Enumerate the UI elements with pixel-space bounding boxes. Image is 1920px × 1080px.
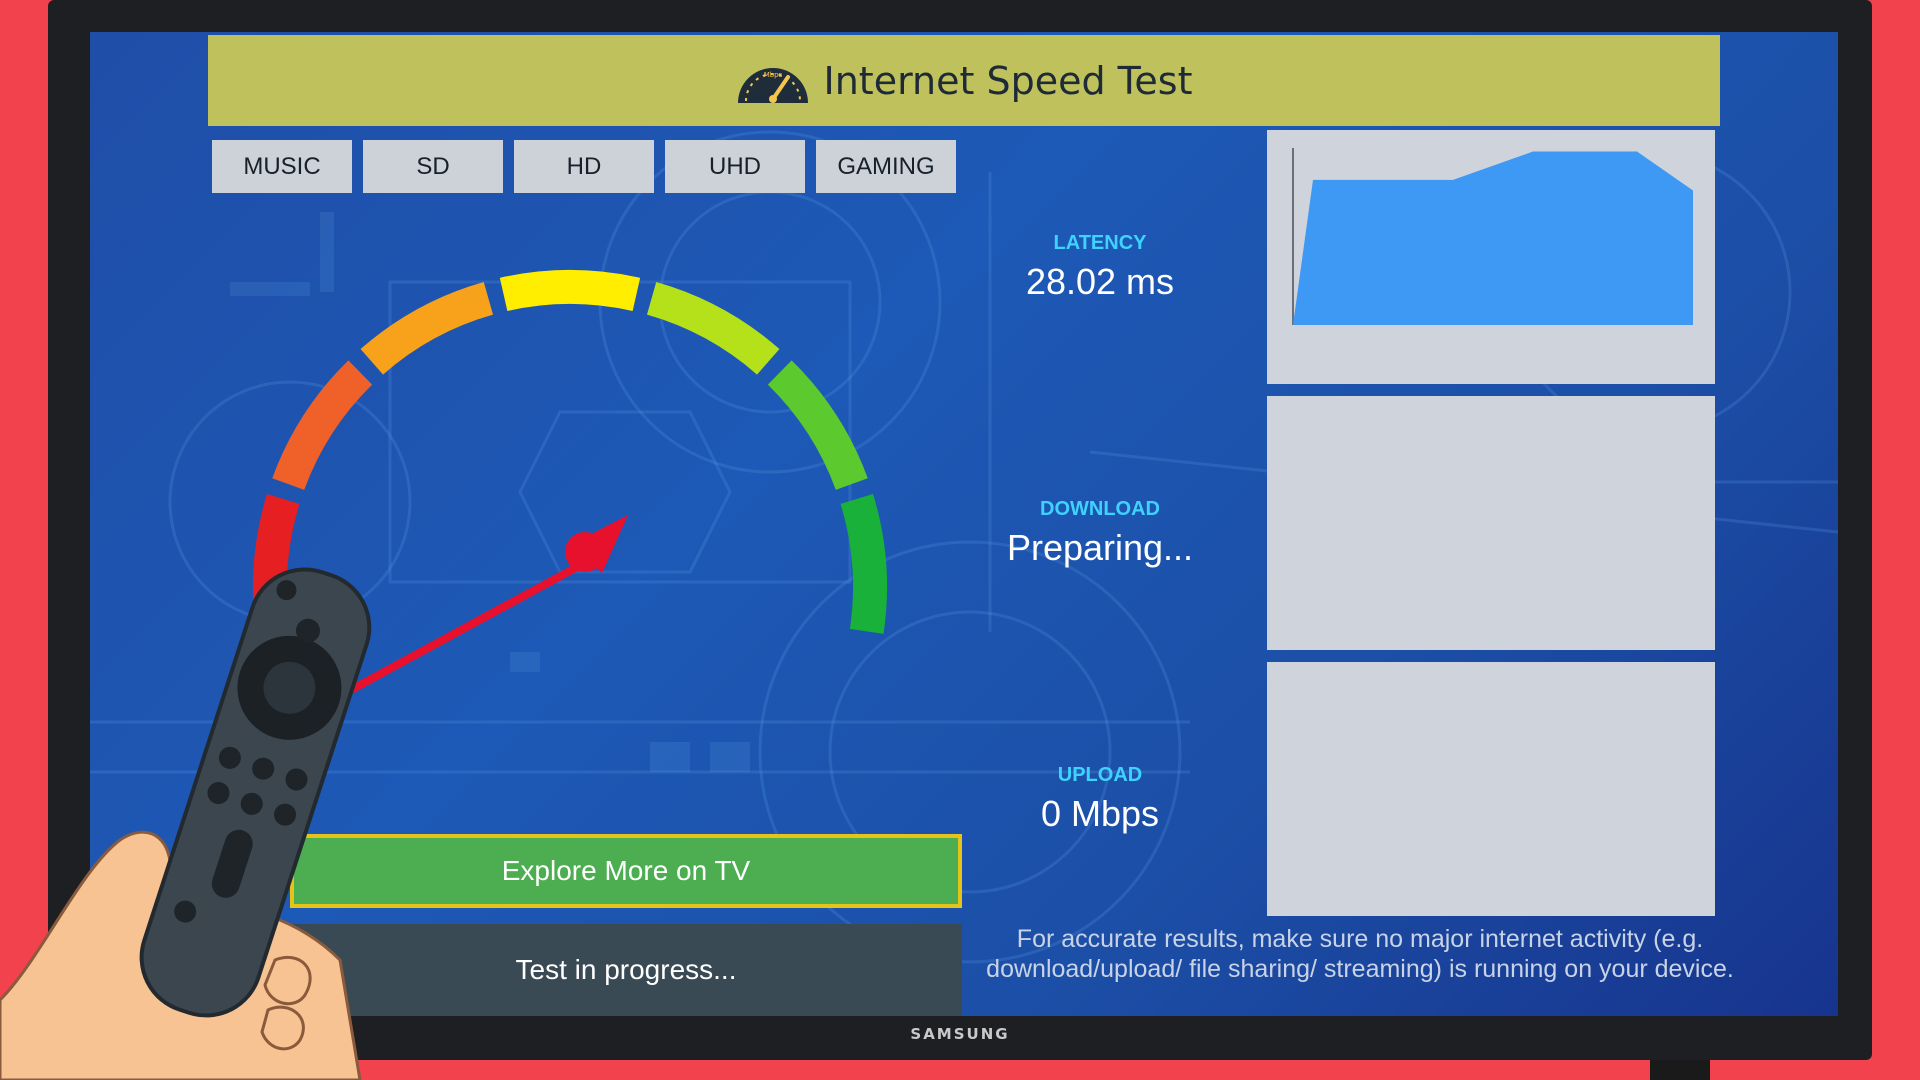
gauge-segment bbox=[272, 360, 373, 491]
svg-text:Mbps: Mbps bbox=[763, 71, 782, 79]
quality-tabs: MUSIC SD HD UHD GAMING bbox=[212, 140, 956, 193]
download-graph-panel bbox=[1267, 396, 1715, 650]
latency-value: 28.02 ms bbox=[1025, 261, 1175, 302]
upload-label: UPLOAD bbox=[1057, 764, 1143, 786]
tab-gaming[interactable]: GAMING bbox=[816, 140, 956, 193]
download-value: Preparing... bbox=[1006, 527, 1194, 568]
accuracy-notice: For accurate results, make sure no major… bbox=[986, 925, 1734, 983]
latency-label: LATENCY bbox=[1053, 232, 1147, 254]
app-title: Internet Speed Test bbox=[823, 58, 1193, 103]
download-label: DOWNLOAD bbox=[1040, 498, 1160, 520]
gauge-segment bbox=[767, 360, 868, 491]
upload-value: 0 Mbps bbox=[1040, 793, 1160, 834]
tab-hd[interactable]: HD bbox=[514, 140, 654, 193]
upload-graph-panel bbox=[1267, 662, 1715, 916]
upload-metric: UPLOAD 0 Mbps bbox=[950, 764, 1250, 835]
tab-sd[interactable]: SD bbox=[363, 140, 503, 193]
tv-foot-right bbox=[1650, 1060, 1710, 1080]
tab-music[interactable]: MUSIC bbox=[212, 140, 352, 193]
gauge-segment bbox=[499, 270, 641, 312]
latency-graph bbox=[1292, 148, 1693, 325]
gauge-segment bbox=[360, 281, 494, 375]
download-metric: DOWNLOAD Preparing... bbox=[950, 498, 1250, 569]
gauge-segment bbox=[840, 493, 887, 634]
latency-metric: LATENCY 28.02 ms bbox=[950, 232, 1250, 303]
latency-graph-panel bbox=[1267, 130, 1715, 384]
tab-uhd[interactable]: UHD bbox=[665, 140, 805, 193]
remote-control-hand-illustration bbox=[0, 567, 372, 1080]
app-header: Mbps Internet Speed Test bbox=[208, 35, 1720, 126]
gauge-segment bbox=[646, 281, 780, 375]
speedometer-icon: Mbps bbox=[737, 67, 808, 103]
latency-graph-area bbox=[1293, 151, 1693, 325]
